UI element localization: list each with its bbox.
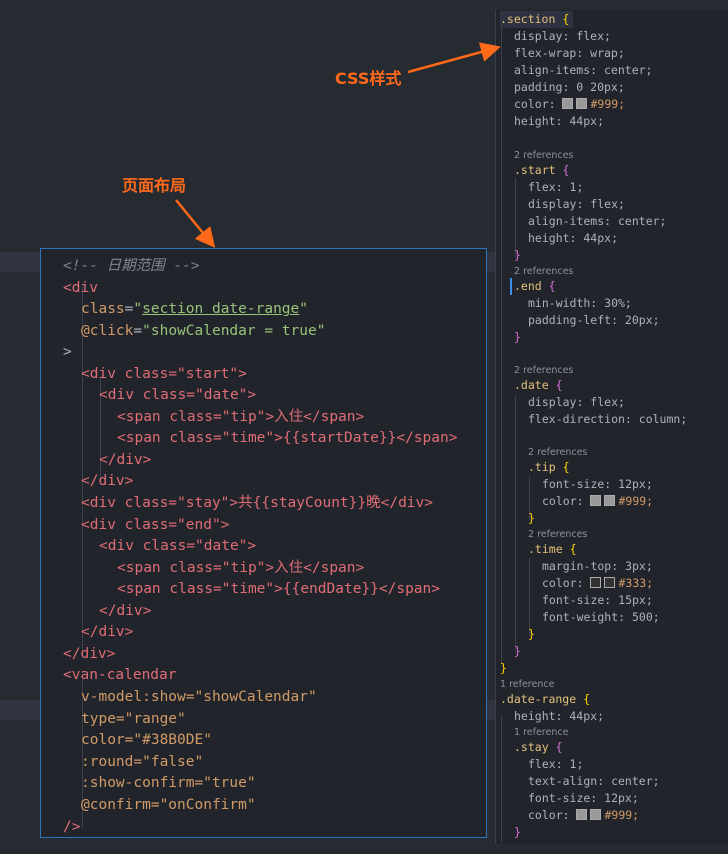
annotation-arrows: [175, 42, 501, 248]
arrow-to-css: [407, 42, 501, 74]
arrow-to-html: [175, 199, 216, 248]
